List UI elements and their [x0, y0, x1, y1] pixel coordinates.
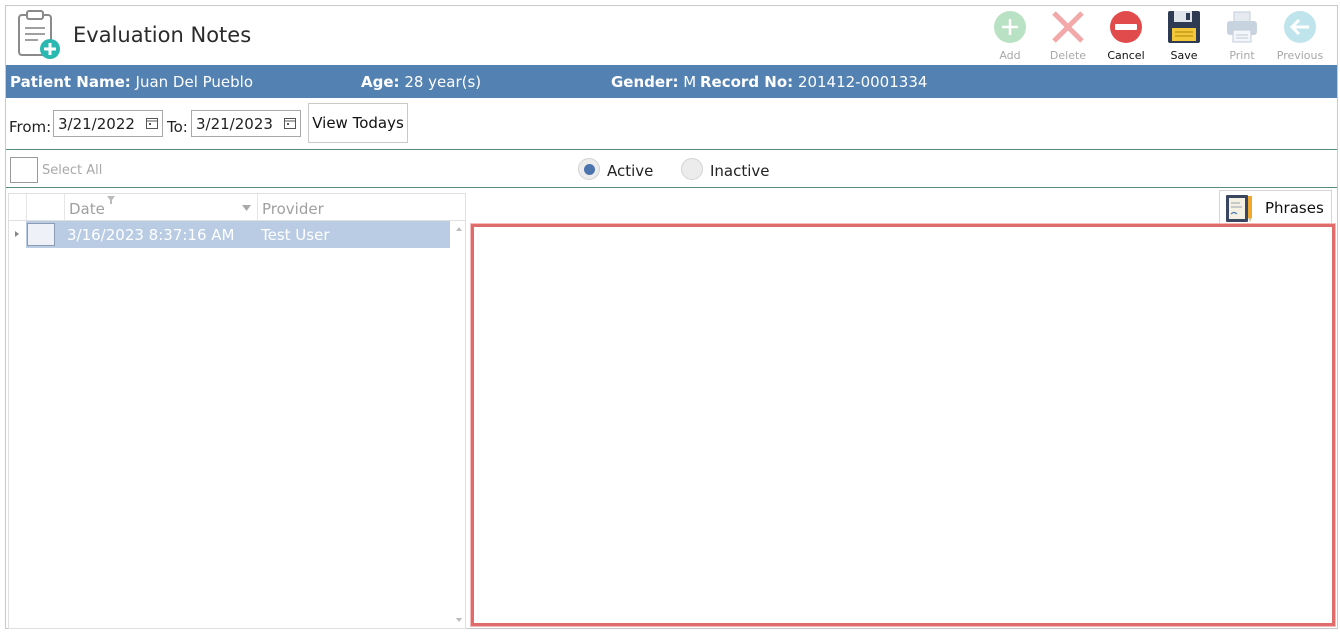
from-date-value: 3/21/2022	[58, 115, 135, 133]
calendar-icon[interactable]	[284, 117, 296, 129]
to-label: To:	[167, 118, 188, 136]
cancel-label: Cancel	[1107, 49, 1145, 62]
patient-age-value: 28 year(s)	[404, 73, 482, 91]
floppy-disk-icon	[1168, 11, 1200, 43]
patient-record: Record No: 201412-0001334	[700, 73, 927, 91]
date-filter-row: From: 3/21/2022 To: 3/21/2023 View Today…	[6, 98, 1337, 150]
patient-name: Patient Name: Juan Del Pueblo	[10, 73, 253, 91]
evaluation-notes-window: Evaluation Notes Add Delete Cancel Save …	[5, 5, 1338, 629]
minus-circle-icon	[1110, 11, 1142, 43]
x-icon	[1052, 11, 1084, 43]
from-date-picker[interactable]: 3/21/2022	[53, 110, 163, 137]
save-label: Save	[1170, 49, 1198, 62]
previous-label: Previous	[1276, 49, 1324, 62]
page-title: Evaluation Notes	[73, 23, 252, 47]
patient-gender: Gender: M	[611, 73, 696, 91]
clipboard-pencil-icon	[1226, 194, 1252, 222]
notes-grid: Date Provider 3/16/2023 8:37:16 AM Test …	[8, 193, 466, 629]
scroll-down-arrow[interactable]	[456, 618, 462, 622]
patient-name-label: Patient Name:	[10, 73, 131, 91]
phrases-label: Phrases	[1265, 198, 1324, 217]
plus-circle-icon	[994, 11, 1026, 43]
save-button[interactable]: Save	[1155, 8, 1213, 64]
clipboard-add-icon	[16, 10, 62, 60]
inactive-radio[interactable]	[681, 158, 703, 180]
add-label: Add	[999, 49, 1021, 62]
add-button[interactable]: Add	[981, 8, 1039, 64]
column-header-date[interactable]: Date	[64, 194, 257, 221]
column-header-provider[interactable]: Provider	[257, 194, 451, 221]
patient-gender-value: M	[683, 73, 697, 91]
header-select-cell	[26, 194, 64, 221]
patient-gender-label: Gender:	[611, 73, 679, 91]
select-all-checkbox[interactable]	[10, 157, 38, 183]
from-label: From:	[9, 118, 52, 136]
to-date-picker[interactable]: 3/21/2023	[191, 110, 301, 137]
arrow-left-circle-icon	[1284, 11, 1316, 43]
inactive-label: Inactive	[710, 162, 770, 180]
sort-dropdown-icon[interactable]	[242, 205, 251, 211]
row-expand-icon[interactable]	[15, 231, 19, 237]
patient-record-value: 201412-0001334	[797, 73, 928, 91]
radio-selected-dot	[584, 164, 595, 175]
print-button[interactable]: Print	[1213, 8, 1271, 64]
print-label: Print	[1229, 49, 1255, 62]
row-checkbox[interactable]	[27, 223, 55, 246]
scroll-up-arrow[interactable]	[456, 227, 462, 231]
phrases-button[interactable]: Phrases	[1219, 190, 1332, 225]
row-date: 3/16/2023 8:37:16 AM	[67, 226, 235, 244]
toolbar: Add Delete Cancel Save Print Previous	[981, 8, 1329, 64]
date-header-label: Date	[69, 200, 105, 218]
patient-age: Age: 28 year(s)	[361, 73, 481, 91]
notes-text-editor[interactable]	[470, 223, 1336, 627]
patient-age-label: Age:	[361, 73, 400, 91]
delete-button[interactable]: Delete	[1039, 8, 1097, 64]
patient-name-value: Juan Del Pueblo	[135, 73, 254, 91]
select-all-label: Select All	[42, 163, 103, 178]
active-radio[interactable]	[578, 158, 600, 180]
previous-button[interactable]: Previous	[1271, 8, 1329, 64]
filter-icon[interactable]	[107, 196, 115, 204]
provider-header-label: Provider	[262, 200, 324, 218]
grid-header: Date Provider	[9, 194, 465, 221]
active-label: Active	[607, 162, 654, 180]
delete-label: Delete	[1049, 49, 1087, 62]
header: Evaluation Notes Add Delete Cancel Save …	[6, 6, 1337, 65]
table-row[interactable]: 3/16/2023 8:37:16 AM Test User	[9, 221, 450, 248]
view-todays-button[interactable]: View Todays	[308, 103, 408, 143]
cancel-button[interactable]: Cancel	[1097, 8, 1155, 64]
calendar-icon[interactable]	[146, 117, 158, 129]
printer-icon	[1227, 11, 1257, 43]
row-provider: Test User	[261, 226, 330, 244]
status-filter-row: Select All Active Inactive	[6, 150, 1337, 188]
to-date-value: 3/21/2023	[196, 115, 273, 133]
patient-record-label: Record No:	[700, 73, 794, 91]
patient-info-bar: Patient Name: Juan Del Pueblo Age: 28 ye…	[6, 65, 1337, 98]
